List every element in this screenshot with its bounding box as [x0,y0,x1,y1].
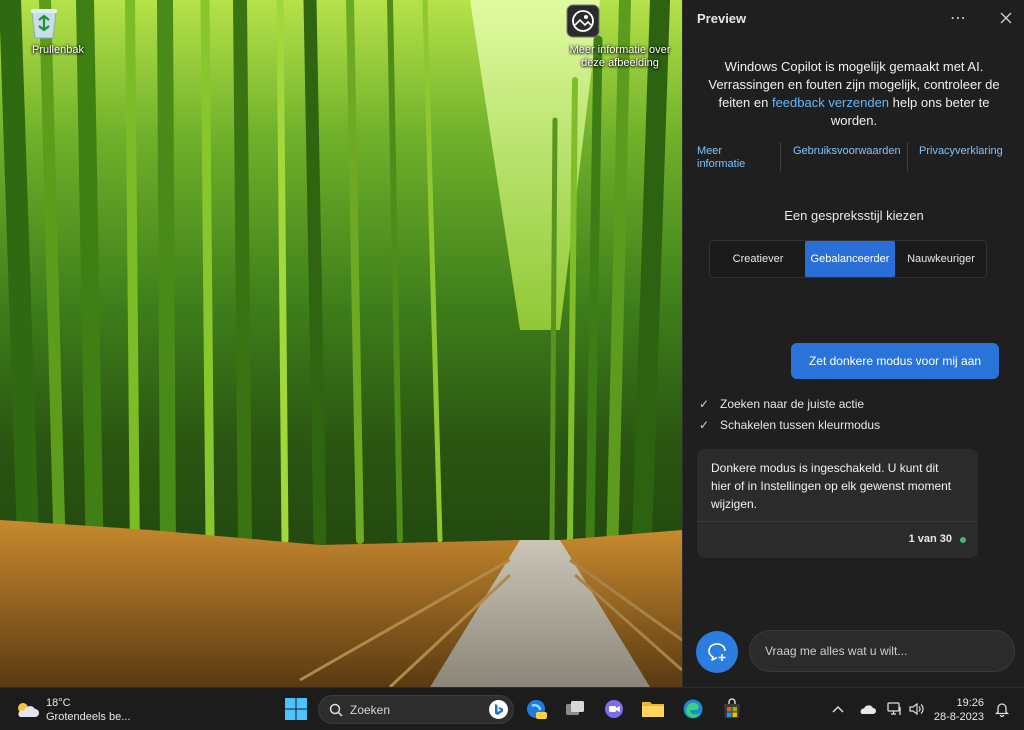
bing-icon [489,700,508,719]
file-explorer-button[interactable] [641,697,665,721]
task-view-button[interactable] [563,697,587,721]
volume-button[interactable] [906,699,928,719]
ask-input[interactable] [749,630,1015,672]
start-button[interactable] [284,697,308,721]
desktop-wallpaper: Prullenbak Meer informatie over deze afb… [0,0,682,687]
microsoft-store-button[interactable] [720,697,744,721]
copilot-panel: Preview ⋯ Windows Copilot is mogelijk ge… [682,0,1024,687]
clock-date: 28-8-2023 [933,711,984,723]
style-balanced-button[interactable]: Gebalanceerder [805,241,895,277]
step-label: Zoeken naar de juiste actie [720,397,865,411]
status-dot [960,537,966,543]
new-topic-button[interactable] [696,631,738,673]
folder-icon [642,702,664,717]
clock-time: 19:26 [956,697,984,709]
checkmark-icon: ✓ [699,397,710,411]
link-divider [907,142,908,172]
ellipsis-icon: ⋯ [950,10,966,27]
partly-cloudy-icon [18,703,39,717]
cloud-icon [860,705,876,714]
weather-widget[interactable]: 18°C Grotendeels be... [14,695,130,725]
edge-icon [683,699,703,719]
checkmark-icon: ✓ [699,418,710,432]
link-divider [780,142,781,172]
conversation-style-label: Een gespreksstijl kiezen [784,208,924,223]
assistant-reply-text: Donkere modus is ingeschakeld. U kunt di… [711,461,952,511]
learn-more-link[interactable]: Meer informatie [697,145,757,171]
edge-browser-button[interactable] [681,697,705,721]
network-button[interactable] [884,699,906,719]
progress-step: ✓ Schakelen tussen kleurmodus [699,418,880,432]
task-view-icon [566,701,584,715]
wallpaper-info-shortcut[interactable]: Meer informatie over deze afbeelding [566,4,674,70]
copilot-taskbar-button[interactable] [524,697,548,721]
step-label: Schakelen tussen kleurmodus [720,418,881,432]
search-icon [329,703,343,717]
weather-temperature: 18°C [46,697,71,709]
system-clock[interactable]: 19:26 28-8-2023 [932,696,984,724]
conversation-style-selector: Creatiever Gebalanceerder Nauwkeuriger [709,240,987,278]
style-creative-button[interactable]: Creatiever [712,241,804,277]
new-chat-icon [708,643,726,661]
wallpaper-info-label: Meer informatie over deze afbeelding [569,44,671,69]
taskbar-search[interactable]: Zoeken [318,695,514,724]
weather-description: Grotendeels be... [46,711,131,723]
bell-icon [995,703,1009,717]
windows-logo-icon [285,698,307,720]
assistant-reply-card: Donkere modus is ingeschakeld. U kunt di… [697,449,978,558]
picture-info-icon [566,4,638,40]
show-hidden-icons-button[interactable] [829,699,847,719]
card-divider [697,521,978,522]
user-message-bubble: Zet donkere modus voor mij aan [791,343,999,379]
panel-header: Preview ⋯ [683,0,1024,36]
speaker-icon [909,702,924,716]
taskbar: 18°C Grotendeels be... Zoeken 19:26 28-8… [0,687,1024,730]
chevron-up-icon [832,705,844,713]
search-label: Zoeken [350,702,391,717]
more-options-button[interactable]: ⋯ [945,6,971,30]
chat-icon [605,700,623,718]
teams-chat-button[interactable] [602,697,626,721]
copilot-preview-icon [527,700,547,719]
progress-step: ✓ Zoeken naar de juiste actie [699,397,864,411]
onedrive-button[interactable] [856,699,878,719]
close-icon [1000,12,1012,24]
panel-title: Preview [697,11,747,26]
recycle-bin-icon [31,4,76,40]
store-icon [724,698,740,718]
privacy-link[interactable]: Privacyverklaring [919,145,1003,158]
close-panel-button[interactable] [993,6,1019,30]
network-icon [887,702,901,715]
terms-link[interactable]: Gebruiksvoorwaarden [793,145,901,158]
reply-counter: 1 van 30 [908,533,952,545]
recycle-bin-label: Prullenbak [32,44,84,56]
style-precise-button[interactable]: Nauwkeuriger [896,241,986,277]
bamboo-forest-illustration [0,0,682,687]
recycle-bin-shortcut[interactable]: Prullenbak [28,4,88,57]
feedback-link[interactable]: feedback verzenden [772,95,889,110]
ai-disclaimer: Windows Copilot is mogelijk gemaakt met … [703,58,1005,130]
notifications-button[interactable] [992,699,1012,719]
info-links: Meer informatie Gebruiksvoorwaarden Priv… [683,142,1024,176]
